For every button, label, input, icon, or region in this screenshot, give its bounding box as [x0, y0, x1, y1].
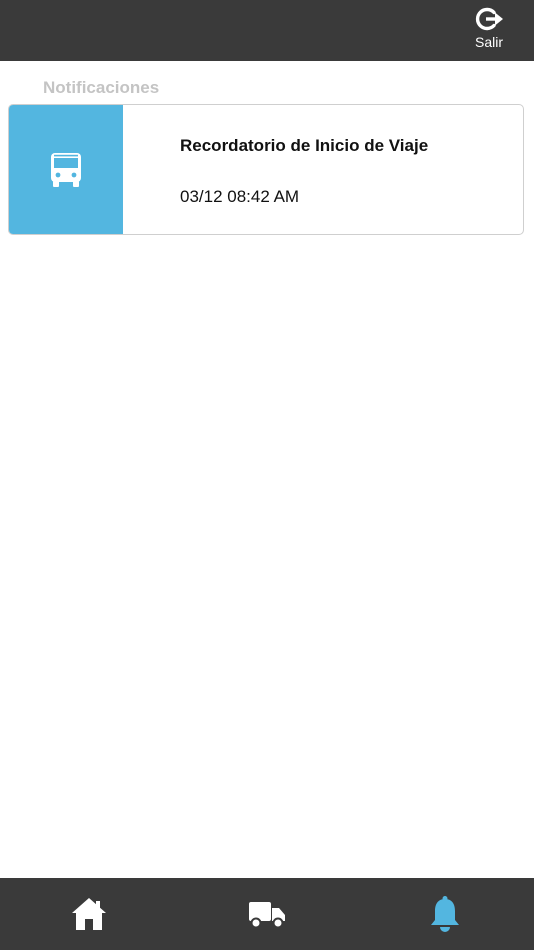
notification-card[interactable]: Recordatorio de Inicio de Viaje 03/12 08… — [8, 104, 524, 235]
bell-icon — [431, 896, 459, 932]
notification-title: Recordatorio de Inicio de Viaje — [180, 136, 429, 155]
app-screen: Salir Notificaciones Recordatorio de Ini… — [0, 0, 534, 950]
logout-button[interactable]: Salir — [472, 6, 506, 56]
bus-icon — [51, 152, 81, 187]
home-icon — [72, 898, 106, 930]
notification-icon-area — [9, 105, 123, 234]
nav-truck-button[interactable] — [247, 894, 287, 934]
nav-home-button[interactable] — [69, 894, 109, 934]
nav-notifications-button[interactable] — [425, 894, 465, 934]
truck-icon — [249, 902, 285, 929]
notification-datetime: 03/12 08:42 AM — [180, 187, 300, 206]
bottom-nav — [0, 878, 534, 950]
logout-label: Salir — [474, 34, 503, 50]
top-bar: Salir — [0, 0, 534, 61]
logout-icon — [475, 7, 503, 31]
page-title: Notificaciones — [43, 78, 160, 97]
